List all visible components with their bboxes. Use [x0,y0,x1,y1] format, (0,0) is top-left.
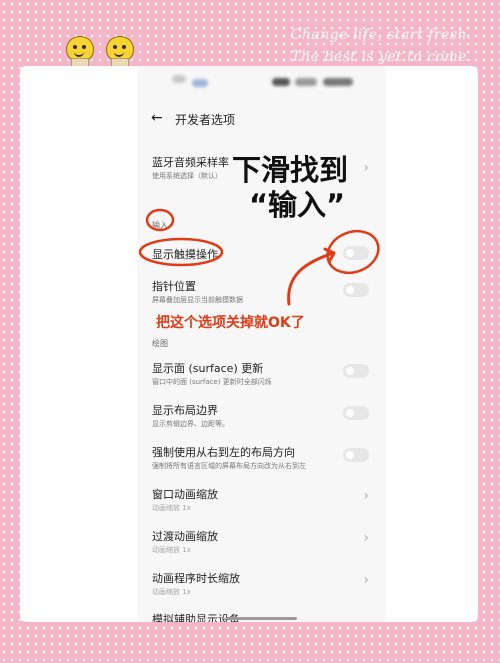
hand-drawn-markup [138,208,380,306]
arrow-to-toggle [287,251,335,306]
circle-input-section [145,208,175,232]
circle-show-touches [138,237,224,267]
